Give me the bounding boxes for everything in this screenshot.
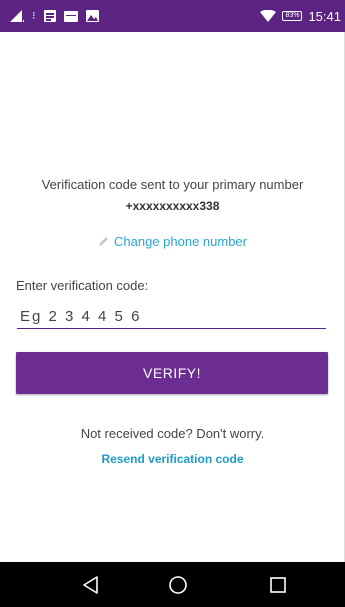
signal-icon [10, 10, 24, 22]
overflow-dots-icon: ⁝ [32, 10, 36, 22]
code-sent-message: Verification code sent to your primary n… [41, 177, 304, 192]
code-input-label: Enter verification code: [16, 278, 149, 293]
pencil-icon [99, 237, 108, 246]
status-time: 15:41 [308, 8, 341, 24]
status-bar-right: 83% 15:41 [260, 7, 341, 25]
resend-code-link[interactable]: Resend verification code [0, 452, 345, 466]
notification-icon [43, 10, 56, 22]
change-phone-number-label: Change phone number [114, 234, 247, 249]
masked-phone-number: +xxxxxxxxxx338 [125, 199, 220, 213]
wifi-icon [260, 10, 277, 22]
home-icon[interactable] [166, 573, 190, 597]
keyboard-icon [63, 10, 78, 22]
status-bar-left: ⁝ [10, 8, 107, 24]
back-icon[interactable] [79, 573, 103, 597]
recents-icon[interactable] [266, 573, 290, 597]
battery-icon: 83% [282, 11, 303, 21]
status-bar: ⁝ 83% 15:41 [0, 0, 345, 32]
change-phone-number-link[interactable]: Change phone number [0, 234, 345, 249]
image-icon [85, 10, 99, 22]
verify-button[interactable]: VERIFY! [16, 352, 328, 394]
navigation-bar [0, 562, 345, 607]
verification-screen: Verification code sent to your primary n… [0, 32, 345, 562]
not-received-message: Not received code? Don't worry. [80, 426, 265, 441]
verification-code-input[interactable] [17, 304, 326, 329]
